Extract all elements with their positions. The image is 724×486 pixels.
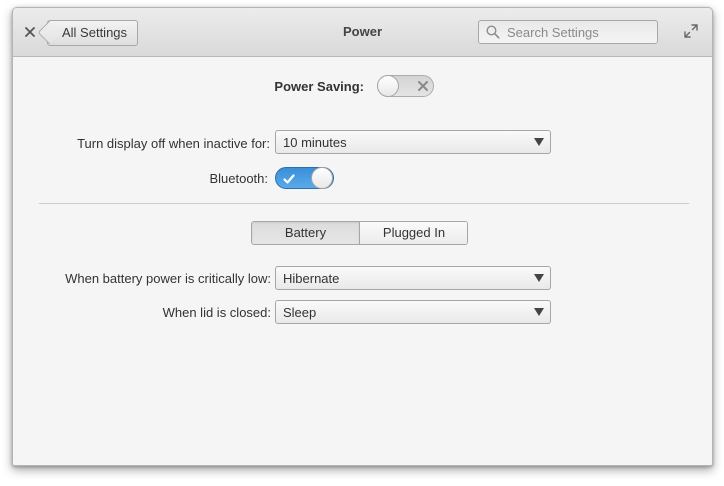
- header-bar: All Settings Power: [13, 8, 712, 57]
- search-input[interactable]: [507, 21, 652, 43]
- settings-window: All Settings Power Power Saving: Turn di…: [12, 7, 713, 466]
- section-divider: [39, 203, 689, 204]
- back-button-label: All Settings: [62, 25, 128, 40]
- power-saving-label: Power Saving:: [274, 79, 364, 94]
- tab-battery[interactable]: Battery: [252, 222, 360, 244]
- display-off-dropdown[interactable]: 10 minutes: [275, 130, 551, 154]
- checkmark-icon: [283, 174, 295, 184]
- bluetooth-label: Bluetooth:: [209, 171, 268, 186]
- tab-plugged-in[interactable]: Plugged In: [360, 222, 467, 244]
- lid-closed-value: Sleep: [283, 305, 317, 320]
- maximize-icon[interactable]: [683, 23, 699, 39]
- battery-critical-value: Hibernate: [283, 271, 340, 286]
- dropdown-arrow-icon: [534, 308, 544, 316]
- close-button[interactable]: [20, 21, 40, 43]
- power-source-tabs: Battery Plugged In: [251, 221, 468, 245]
- x-icon: [418, 81, 428, 91]
- dropdown-arrow-icon: [534, 138, 544, 146]
- battery-critical-dropdown[interactable]: Hibernate: [275, 266, 551, 290]
- switch-knob: [311, 167, 333, 189]
- bluetooth-switch[interactable]: [275, 167, 334, 189]
- lid-closed-dropdown[interactable]: Sleep: [275, 300, 551, 324]
- battery-critical-label: When battery power is critically low:: [65, 271, 271, 286]
- close-icon: [25, 27, 35, 37]
- search-field[interactable]: [478, 20, 658, 44]
- search-icon: [486, 25, 500, 39]
- display-off-value: 10 minutes: [283, 135, 347, 150]
- switch-knob: [377, 75, 399, 97]
- all-settings-back-button[interactable]: All Settings: [47, 20, 139, 46]
- power-saving-switch[interactable]: [377, 75, 434, 97]
- dropdown-arrow-icon: [534, 274, 544, 282]
- lid-closed-label: When lid is closed:: [162, 305, 271, 320]
- display-off-label: Turn display off when inactive for:: [77, 136, 270, 151]
